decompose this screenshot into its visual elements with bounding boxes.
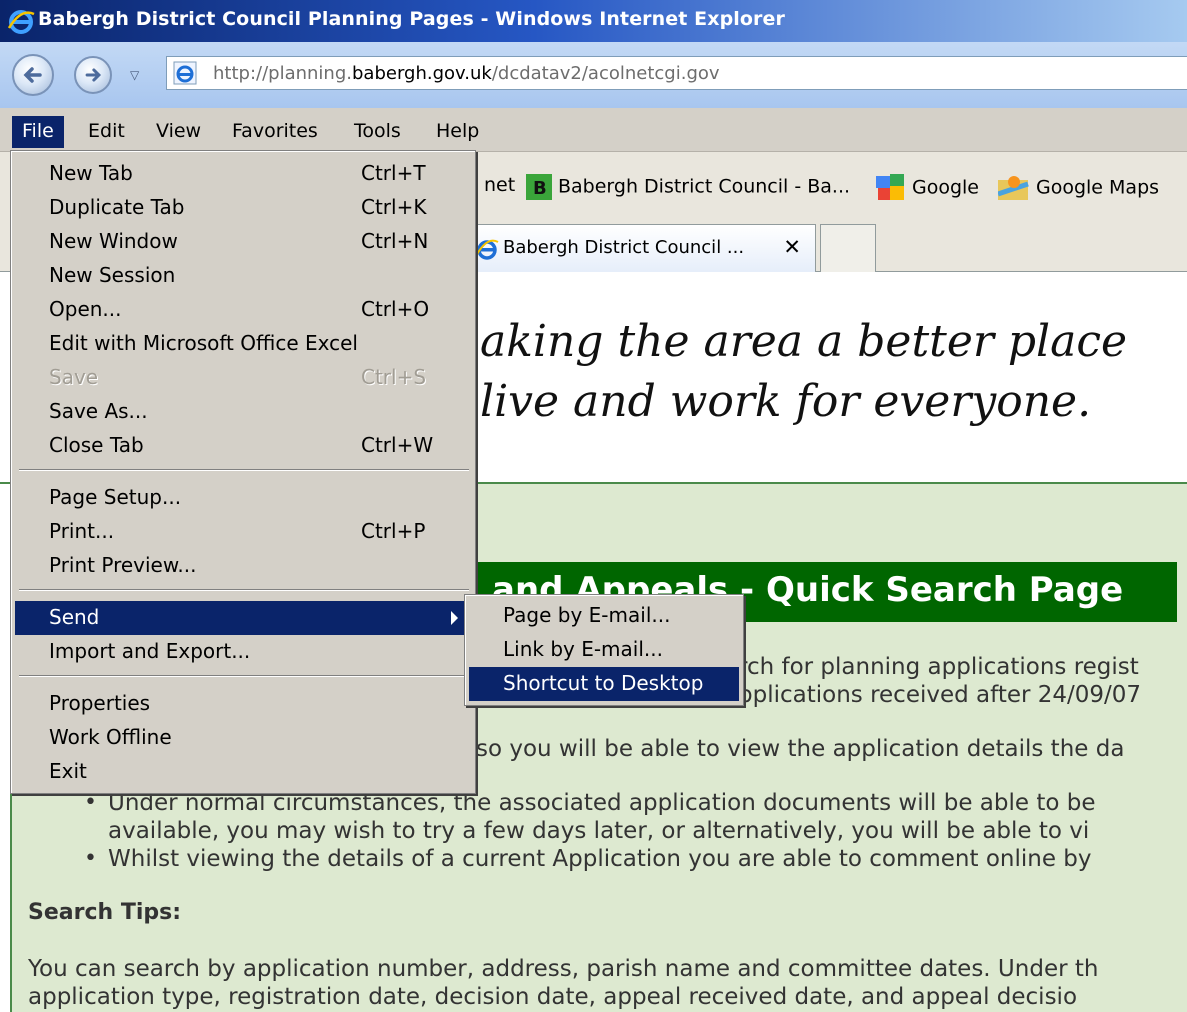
google-maps-icon (998, 176, 1029, 200)
tab-babergh[interactable]: Babergh District Council ... ✕ (470, 224, 816, 272)
url-domain: babergh.gov.uk (351, 63, 492, 84)
menu-print-preview[interactable]: Print Preview... (15, 549, 471, 583)
back-arrow-icon (23, 67, 42, 83)
menu-edit[interactable]: Edit (78, 116, 135, 148)
url-text: http://planning.babergh.gov.uk/dcdatav2/… (213, 63, 720, 84)
address-field[interactable]: http://planning.babergh.gov.uk/dcdatav2/… (166, 56, 1187, 90)
favorite-babergh[interactable]: B Babergh District Council - Ba... (526, 174, 850, 200)
send-submenu: Page by E-mail... Link by E-mail... Shor… (464, 594, 744, 706)
menu-close-tab[interactable]: Close Tab Ctrl+W (15, 429, 471, 463)
favorite-google-maps[interactable]: Google Maps (998, 174, 1159, 202)
search-tips-heading: Search Tips: (28, 900, 182, 925)
submenu-link-by-email[interactable]: Link by E-mail... (469, 633, 739, 667)
menu-duplicate-tab[interactable]: Duplicate Tab Ctrl+K (15, 191, 471, 225)
file-menu-dropdown: New Tab Ctrl+T Duplicate Tab Ctrl+K New Wi… (10, 150, 476, 794)
favorite-babergh-label: Babergh District Council - Ba... (558, 175, 851, 198)
favorite-partial[interactable]: net (484, 174, 515, 196)
submenu-shortcut-to-desktop[interactable]: Shortcut to Desktop (469, 667, 739, 701)
slogan-line-2: live and work for everyone. (480, 376, 1092, 427)
menu-separator (19, 589, 469, 591)
menu-save-as[interactable]: Save As... (15, 395, 471, 429)
menu-separator (19, 675, 469, 677)
ie-logo-icon (7, 10, 35, 34)
menu-file[interactable]: File (12, 116, 64, 148)
menu-work-offline[interactable]: Work Offline (15, 721, 471, 755)
svg-text:B: B (533, 178, 547, 199)
menu-view[interactable]: View (146, 116, 211, 148)
menu-page-setup[interactable]: Page Setup... (15, 481, 471, 515)
url-path: /dcdatav2/acolnetcgi.gov (491, 63, 720, 84)
menu-separator (19, 469, 469, 471)
favorite-google[interactable]: Google (876, 174, 979, 202)
slogan-line-1: aking the area a better place (480, 316, 1128, 367)
menu-send[interactable]: Send (15, 601, 471, 635)
babergh-b-icon: B (526, 174, 552, 200)
menu-open[interactable]: Open... Ctrl+O (15, 293, 471, 327)
window-title: Babergh District Council Planning Pages … (38, 8, 785, 30)
menu-properties[interactable]: Properties (15, 687, 471, 721)
forward-button[interactable] (74, 56, 112, 94)
navigation-bar: ▽ http://planning.babergh.gov.uk/dcdatav… (0, 42, 1187, 108)
page-ie-icon (173, 61, 197, 85)
menu-favorites[interactable]: Favorites (222, 116, 328, 148)
submenu-arrow-icon (451, 611, 458, 625)
intro-line-1: rch for planning applications regist (738, 654, 1139, 680)
favorite-google-maps-label: Google Maps (1036, 176, 1160, 199)
menu-tools[interactable]: Tools (344, 116, 411, 148)
back-button[interactable] (12, 54, 54, 96)
menu-help[interactable]: Help (426, 116, 489, 148)
tab-close-icon[interactable]: ✕ (783, 235, 801, 259)
menu-bar: File Edit View Favorites Tools Help (0, 108, 1187, 152)
intro-line-2: pplications received after 24/09/07 (738, 682, 1142, 708)
url-prefix: http://planning. (213, 63, 352, 84)
title-bar: Babergh District Council Planning Pages … (0, 0, 1187, 42)
recent-pages-dropdown-icon[interactable]: ▽ (130, 68, 139, 82)
menu-edit-with-excel[interactable]: Edit with Microsoft Office Excel (15, 327, 471, 361)
menu-new-tab[interactable]: New Tab Ctrl+T (15, 157, 471, 191)
menu-exit[interactable]: Exit (15, 755, 471, 789)
tab-label: Babergh District Council ... (503, 237, 745, 258)
menu-print[interactable]: Print... Ctrl+P (15, 515, 471, 549)
bullet-2: Whilst viewing the details of a current … (108, 846, 1092, 872)
menu-save: Save Ctrl+S (49, 365, 427, 389)
bullet-1-line-2: available, you may wish to try a few day… (108, 818, 1090, 844)
favorite-google-label: Google (912, 176, 980, 199)
menu-import-export[interactable]: Import and Export... (15, 635, 471, 669)
forward-arrow-icon (85, 68, 102, 82)
bullet-icon: • (84, 846, 97, 871)
tips-line-1: You can search by application number, ad… (28, 956, 1099, 982)
submenu-page-by-email[interactable]: Page by E-mail... (469, 599, 739, 633)
google-icon (876, 174, 904, 200)
intro-line-3: so you will be able to view the applicat… (476, 736, 1125, 762)
menu-new-window[interactable]: New Window Ctrl+N (15, 225, 471, 259)
new-tab-button[interactable] (820, 224, 876, 272)
menu-new-session[interactable]: New Session (15, 259, 471, 293)
tab-ie-icon (475, 239, 499, 260)
tips-line-2: application type, registration date, dec… (28, 984, 1078, 1010)
